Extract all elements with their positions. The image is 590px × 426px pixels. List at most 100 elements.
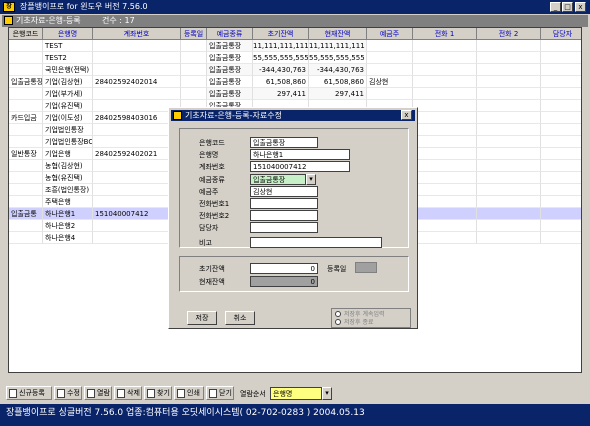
table-cell: [9, 196, 43, 208]
table-cell: [367, 40, 413, 52]
type-select[interactable]: 입출금통장: [250, 174, 306, 185]
table-cell: 297,411: [253, 88, 309, 100]
edit-button[interactable]: 수정: [54, 386, 82, 400]
init-balance-field[interactable]: 0: [250, 263, 318, 274]
table-cell: [413, 208, 477, 220]
column-header[interactable]: 초기잔액: [253, 28, 309, 40]
window-icon: [4, 16, 13, 25]
sort-select[interactable]: 은행명: [270, 387, 322, 400]
option2-radio[interactable]: [335, 319, 341, 325]
label-regdate: 등록일: [327, 265, 347, 273]
delete-button[interactable]: 삭제: [114, 386, 142, 400]
table-cell: [367, 64, 413, 76]
close-label: 닫기: [219, 389, 232, 397]
option1-radio[interactable]: [335, 311, 341, 317]
chevron-down-icon[interactable]: ▾: [306, 174, 316, 185]
new-button[interactable]: 신규등록: [6, 386, 52, 400]
option2-label: 저장후 종료: [344, 319, 374, 326]
table-cell: [541, 184, 581, 196]
table-cell: 기업(유진택): [43, 100, 93, 112]
table-cell: [413, 160, 477, 172]
table-cell: 기업(김상현): [43, 76, 93, 88]
table-cell: [9, 100, 43, 112]
label-account: 계좌번호: [199, 163, 225, 171]
table-cell: 국민은행(전택): [43, 64, 93, 76]
account-field[interactable]: 151040007412: [250, 161, 350, 172]
table-cell: [9, 160, 43, 172]
mdi-title-bar: 기초자료-은행-등록 건수 : 17: [2, 15, 588, 27]
sort-chevron-down-icon[interactable]: ▾: [322, 387, 332, 400]
mdi-title: 기초자료-은행-등록: [16, 16, 81, 25]
table-cell: 입출금통장: [207, 40, 253, 52]
table-cell: [181, 88, 207, 100]
table-cell: -344,430,763: [253, 64, 309, 76]
cancel-button[interactable]: 취소: [225, 311, 255, 325]
code-field[interactable]: 입출금통장: [250, 137, 318, 148]
table-cell: 입출금통장: [9, 76, 43, 88]
table-cell: -344,430,763: [309, 64, 367, 76]
table-cell: 입출금통: [9, 208, 43, 220]
minimize-icon[interactable]: _: [550, 2, 561, 12]
find-button[interactable]: 찾기: [144, 386, 172, 400]
manager-field[interactable]: [250, 222, 318, 233]
maximize-icon[interactable]: □: [562, 2, 573, 12]
table-cell: [541, 64, 581, 76]
column-header[interactable]: 현재잔액: [309, 28, 367, 40]
table-row[interactable]: 국민은행(전택) 입출금통장 -344,430,763 -344,430,763: [9, 64, 581, 76]
table-cell: [413, 76, 477, 88]
dialog-title-bar: 기초자료-은행-등록-자료수정 x: [171, 110, 415, 121]
column-header[interactable]: 은행코드: [9, 28, 43, 40]
table-cell: 입출금통장: [207, 52, 253, 64]
table-cell: 297,411: [309, 88, 367, 100]
table-cell: [413, 124, 477, 136]
table-cell: [9, 184, 43, 196]
table-cell: 11,111,111,111: [253, 40, 309, 52]
label-tel1: 전화번호1: [199, 200, 230, 208]
table-cell: 하나은행4: [43, 232, 93, 244]
table-row[interactable]: 기업(부가세) 입출금통장 297,411 297,411: [9, 88, 581, 100]
table-cell: 2840259240​2014: [93, 76, 181, 88]
tel1-field[interactable]: [250, 198, 318, 209]
table-cell: [413, 220, 477, 232]
table-cell: 기업법인통장: [43, 124, 93, 136]
owner-field[interactable]: 김상현: [250, 186, 318, 197]
table-cell: 일반통장: [9, 148, 43, 160]
column-header[interactable]: 등록일: [181, 28, 207, 40]
table-row[interactable]: 입출금통장 기업(김상현) 2840259240​2014 입출금통장 61,508,8…: [9, 76, 581, 88]
view-button[interactable]: 열람: [84, 386, 112, 400]
table-cell: [477, 232, 541, 244]
label-type: 예금종류: [199, 176, 225, 184]
close-button[interactable]: 닫기: [206, 386, 234, 400]
print-button[interactable]: 인쇄: [174, 386, 204, 400]
table-cell: 기업법인통장BC: [43, 136, 93, 148]
status-text: 장플뱅이프로 싱글버전 7.56.0 업종:컴퓨터용 오딧세이시스템( 02-7…: [6, 408, 365, 418]
column-header[interactable]: 계좌번호: [93, 28, 181, 40]
table-row[interactable]: TEST2 입출금통장 55,555,555,555 55,555,555,555: [9, 52, 581, 64]
close-icon[interactable]: x: [575, 2, 586, 12]
memo-field[interactable]: [250, 237, 382, 248]
column-header[interactable]: 은행명: [43, 28, 93, 40]
table-cell: [9, 172, 43, 184]
column-header[interactable]: 담당자: [541, 28, 581, 40]
column-header[interactable]: 예금종류: [207, 28, 253, 40]
dialog-close-icon[interactable]: x: [401, 110, 412, 120]
table-cell: [93, 52, 181, 64]
table-cell: [541, 160, 581, 172]
table-row[interactable]: TEST 입출금통장 11,111,111,111 11,111,111,111: [9, 40, 581, 52]
table-cell: [9, 220, 43, 232]
view-label: 열람: [97, 389, 110, 397]
table-cell: [367, 88, 413, 100]
table-cell: [181, 64, 207, 76]
column-header[interactable]: 전화 1: [413, 28, 477, 40]
table-cell: [541, 148, 581, 160]
column-header[interactable]: 전화 2: [477, 28, 541, 40]
tel2-field[interactable]: [250, 210, 318, 221]
save-button[interactable]: 저장: [187, 311, 217, 325]
view-icon: [87, 389, 95, 398]
name-field[interactable]: 하나은행1: [250, 149, 350, 160]
table-cell: 입출금통장: [207, 76, 253, 88]
table-cell: [181, 76, 207, 88]
table-cell: [541, 52, 581, 64]
table-cell: 입출금통장: [207, 88, 253, 100]
column-header[interactable]: 예금주: [367, 28, 413, 40]
